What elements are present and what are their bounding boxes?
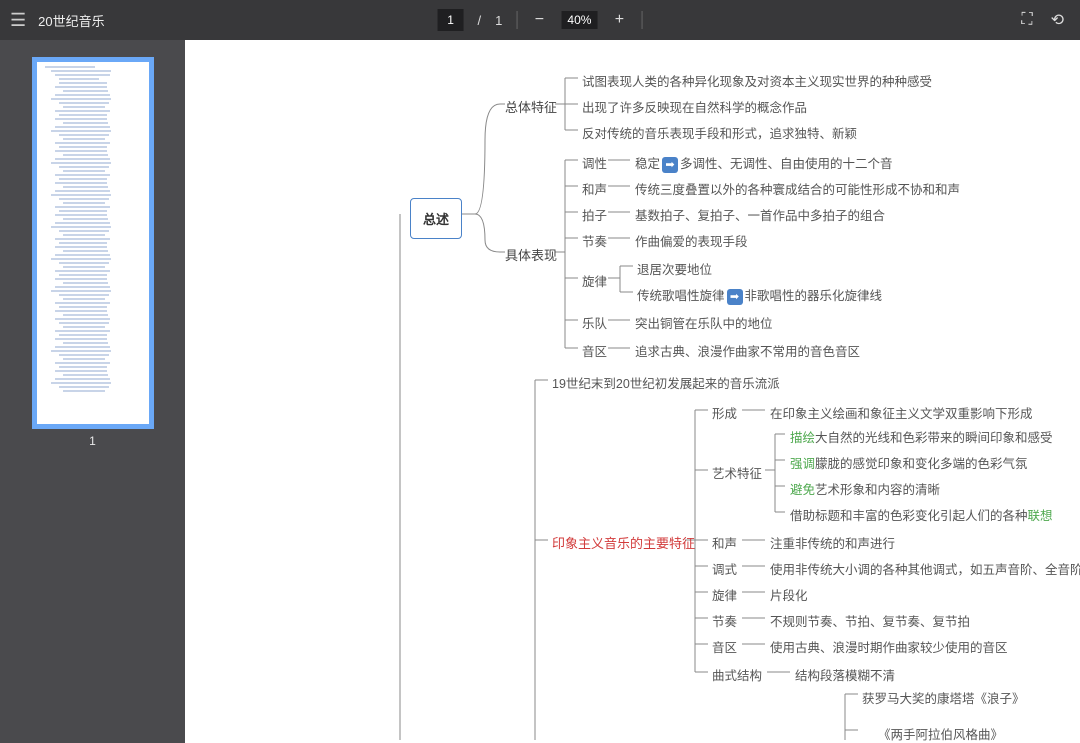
kv-v: 追求古典、浪漫作曲家不常用的音色音区 bbox=[635, 341, 860, 360]
kw: 描绘 bbox=[790, 431, 815, 445]
kv-v: 在印象主义绘画和象征主义文学双重影响下形成 bbox=[770, 403, 1033, 422]
toolbar-right: ⛶ ⟲ bbox=[1021, 10, 1064, 30]
kv-k: 节奏 bbox=[582, 231, 607, 250]
kv-v: 稳定➡多调性、无调性、自由使用的十二个音 bbox=[635, 153, 893, 173]
kv-v: 传统歌唱性旋律➡非歌唱性的器乐化旋律线 bbox=[637, 285, 882, 305]
content-area: 1 bbox=[0, 40, 1080, 743]
kv-v: 突出铜管在乐队中的地位 bbox=[635, 313, 773, 332]
menu-icon[interactable]: ☰ bbox=[10, 10, 26, 31]
page-slash: / bbox=[478, 13, 482, 28]
kw: 避免 bbox=[790, 483, 815, 497]
leaf: 出现了许多反映现在自然科学的概念作品 bbox=[582, 97, 807, 116]
thumbnail-sidebar: 1 bbox=[0, 40, 185, 743]
kv-k: 曲式结构 bbox=[712, 665, 762, 684]
divider bbox=[516, 11, 517, 29]
kv-k: 旋律 bbox=[582, 271, 607, 290]
kv-v: 注重非传统的和声进行 bbox=[770, 533, 895, 552]
kv-k: 旋律 bbox=[712, 585, 737, 604]
text: 借助标题和丰富的色彩变化引起人们的各种 bbox=[790, 509, 1028, 523]
leaf: 反对传统的音乐表现手段和形式，追求独特、新颖 bbox=[582, 123, 857, 142]
text: 艺术形象和内容的清晰 bbox=[815, 483, 940, 497]
art-line: 借助标题和丰富的色彩变化引起人们的各种联想 bbox=[790, 505, 1053, 524]
kv-k: 调式 bbox=[712, 559, 737, 578]
kv-k: 乐队 bbox=[582, 313, 607, 332]
kv-k: 形成 bbox=[712, 403, 737, 422]
page-thumbnail[interactable] bbox=[33, 58, 153, 428]
node-concrete: 具体表现 bbox=[505, 245, 557, 264]
page-canvas[interactable]: 总述 总体特征 试图表现人类的各种异化现象及对资本主义现实世界的种种感受 出现了… bbox=[185, 40, 1080, 743]
kv-v: 传统三度叠置以外的各种寰成结合的可能性形成不协和和声 bbox=[635, 179, 960, 198]
text: 非歌唱性的器乐化旋律线 bbox=[745, 289, 883, 303]
leaf: 试图表现人类的各种异化现象及对资本主义现实世界的种种感受 bbox=[582, 71, 932, 90]
page-current-input[interactable]: 1 bbox=[438, 9, 464, 31]
art-line: 描绘大自然的光线和色彩带来的瞬间印象和感受 bbox=[790, 427, 1053, 446]
zoom-in-button[interactable]: + bbox=[611, 11, 627, 29]
work-item: 《两手阿拉伯风格曲》 bbox=[878, 724, 1003, 743]
kv-v: 结构段落模糊不清 bbox=[795, 665, 895, 684]
node-overall-features: 总体特征 bbox=[505, 97, 557, 116]
kv-v: 使用古典、浪漫时期作曲家较少使用的音区 bbox=[770, 637, 1008, 656]
text: 传统歌唱性旋律 bbox=[637, 289, 725, 303]
kv-k: 调性 bbox=[582, 153, 607, 172]
thumbnail-number: 1 bbox=[89, 434, 96, 448]
kv-k: 节奏 bbox=[712, 611, 737, 630]
kv-k: 艺术特征 bbox=[712, 463, 762, 482]
text: 大自然的光线和色彩带来的瞬间印象和感受 bbox=[815, 431, 1053, 445]
arrow-right-icon: ➡ bbox=[727, 289, 743, 305]
toolbar-center: 1 / 1 − 40% + bbox=[438, 9, 643, 31]
kw: 联想 bbox=[1028, 509, 1053, 523]
kv-k: 和声 bbox=[712, 533, 737, 552]
text: 多调性、无调性、自由使用的十二个音 bbox=[680, 157, 893, 171]
thumb-preview bbox=[45, 66, 145, 420]
impression-intro: 19世纪末到20世纪初发展起来的音乐流派 bbox=[552, 373, 780, 392]
art-line: 强调朦胧的感觉印象和变化多端的色彩气氛 bbox=[790, 453, 1028, 472]
rotate-icon[interactable]: ⟲ bbox=[1051, 10, 1064, 30]
text: 稳定 bbox=[635, 157, 660, 171]
pdf-toolbar: ☰ 20世纪音乐 1 / 1 − 40% + ⛶ ⟲ bbox=[0, 0, 1080, 40]
fit-page-icon[interactable]: ⛶ bbox=[1021, 11, 1032, 29]
root-node: 总述 bbox=[410, 198, 462, 239]
impression-title: 印象主义音乐的主要特征 bbox=[552, 533, 695, 552]
text: 朦胧的感觉印象和变化多端的色彩气氛 bbox=[815, 457, 1028, 471]
kv-k: 音区 bbox=[712, 637, 737, 656]
kv-v: 不规则节奏、节拍、复节奏、复节拍 bbox=[770, 611, 970, 630]
kv-v: 基数拍子、复拍子、一首作品中多拍子的组合 bbox=[635, 205, 885, 224]
page-total: 1 bbox=[495, 13, 502, 28]
kv-k: 拍子 bbox=[582, 205, 607, 224]
arrow-right-icon: ➡ bbox=[662, 157, 678, 173]
kw: 强调 bbox=[790, 457, 815, 471]
work-item: 获罗马大奖的康塔塔《浪子》 bbox=[862, 688, 1025, 707]
kv-v: 使用非传统大小调的各种其他调式，如五声音阶、全音阶 bbox=[770, 559, 1080, 578]
kv-v: 片段化 bbox=[770, 585, 808, 604]
kv-v: 作曲偏爱的表现手段 bbox=[635, 231, 748, 250]
kv-v: 退居次要地位 bbox=[637, 259, 712, 278]
zoom-out-button[interactable]: − bbox=[531, 11, 547, 29]
kv-k: 音区 bbox=[582, 341, 607, 360]
kv-k: 和声 bbox=[582, 179, 607, 198]
document-title: 20世纪音乐 bbox=[38, 11, 104, 30]
divider bbox=[641, 11, 642, 29]
zoom-percent[interactable]: 40% bbox=[561, 11, 597, 29]
art-line: 避免艺术形象和内容的清晰 bbox=[790, 479, 940, 498]
